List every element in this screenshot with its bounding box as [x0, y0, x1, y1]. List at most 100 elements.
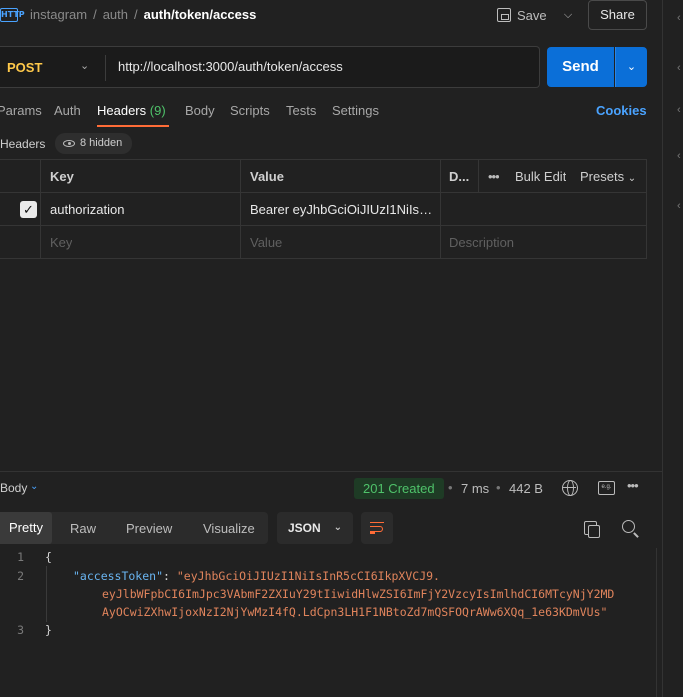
separator-dot: • — [448, 480, 453, 495]
more-options-icon[interactable]: ••• — [488, 160, 499, 192]
code-icon[interactable]: ‹ — [677, 104, 681, 116]
line-number: 1 — [17, 550, 24, 564]
wrap-lines-button[interactable] — [361, 512, 393, 544]
headers-count-badge: (9) — [149, 103, 166, 118]
divider — [440, 193, 441, 225]
response-body-dropdown[interactable]: Body — [0, 481, 28, 495]
column-header-value: Value — [250, 169, 284, 184]
documentation-icon[interactable]: ‹ — [677, 62, 681, 74]
search-icon[interactable] — [622, 520, 635, 533]
json-key: "accessToken" — [73, 569, 164, 583]
breadcrumb-folder[interactable]: auth — [103, 7, 128, 22]
divider — [40, 160, 41, 192]
tab-headers-label: Headers — [97, 103, 147, 118]
chevron-down-icon[interactable]: ⌄ — [80, 59, 89, 72]
header-value-cell[interactable]: Bearer eyJhbGciOiJIUzI1NiIsIn... — [250, 193, 435, 225]
save-button[interactable]: Save — [497, 3, 547, 27]
save-options-chevron-down-icon[interactable]: ⌵ — [555, 3, 581, 27]
tab-headers[interactable]: Headers (9) — [97, 103, 166, 118]
new-description-input[interactable]: Description — [449, 226, 514, 259]
json-string-part: "eyJhbGciOiJIUzI1NiIsInR5cCI6IkpXVCJ9. — [176, 569, 440, 583]
eye-icon — [63, 140, 75, 147]
presets-dropdown[interactable]: Presets ⌄ — [580, 160, 636, 192]
breadcrumb-collection[interactable]: instagram — [30, 7, 87, 22]
tab-params[interactable]: Params — [0, 103, 42, 118]
cookies-link[interactable]: Cookies — [596, 103, 647, 118]
right-sidebar: ‹ ‹ ‹ ‹ ‹ — [662, 0, 683, 697]
indent-guide — [46, 566, 47, 622]
status-badge[interactable]: 201 Created — [354, 478, 444, 499]
format-select-label: JSON — [288, 521, 321, 535]
separator-dot: • — [496, 480, 501, 495]
table-row: ✓ authorization Bearer eyJhbGciOiJIUzI1N… — [0, 193, 647, 226]
tab-tests[interactable]: Tests — [286, 103, 316, 118]
tab-preview[interactable]: Preview — [126, 521, 172, 536]
divider — [105, 55, 106, 81]
send-options-chevron-down-icon[interactable]: ⌄ — [615, 47, 647, 87]
method-select[interactable]: POST — [7, 60, 42, 75]
chevron-down-icon: ⌄ — [333, 522, 342, 533]
headers-table: Key Value D... ••• Bulk Edit Presets ⌄ ✓… — [0, 159, 647, 259]
wrap-lines-icon — [370, 522, 384, 534]
chevron-down-icon[interactable]: ⌄ — [30, 481, 38, 492]
divider — [440, 160, 441, 192]
response-time[interactable]: 7 ms — [461, 481, 489, 496]
line-number: 2 — [17, 569, 24, 583]
json-string-part: eyJlbWFpbCI6ImJpc3VAbmF2ZXIuY29tIiwidHlw… — [102, 587, 615, 601]
format-select[interactable]: JSON ⌄ — [277, 512, 353, 544]
tab-settings[interactable]: Settings — [332, 103, 379, 118]
table-header-row: Key Value D... ••• Bulk Edit Presets ⌄ — [0, 160, 647, 193]
save-example-icon[interactable]: e.g. — [598, 481, 615, 495]
url-bar: POST ⌄ — [0, 46, 540, 88]
divider — [240, 226, 241, 259]
tab-body[interactable]: Body — [185, 103, 215, 118]
more-options-icon[interactable]: ••• — [627, 478, 639, 493]
collapse-icon[interactable]: ‹ — [677, 12, 681, 24]
divider — [40, 193, 41, 225]
breadcrumb-separator: / — [134, 7, 138, 22]
header-enabled-checkbox[interactable]: ✓ — [20, 201, 37, 218]
response-divider[interactable] — [0, 471, 662, 472]
save-icon — [497, 8, 511, 22]
divider — [440, 226, 441, 259]
new-key-input[interactable]: Key — [50, 226, 72, 259]
response-size[interactable]: 442 B — [509, 481, 543, 496]
scrollbar[interactable] — [656, 548, 657, 697]
json-string-part: AyOCwiZXhwIjoxNzI2NjYwMzI4fQ.LdCpn3LH1F1… — [102, 605, 608, 619]
bulk-edit-button[interactable]: Bulk Edit — [515, 160, 566, 192]
json-colon: : — [163, 569, 177, 583]
table-row-empty: Key Value Description — [0, 226, 647, 259]
breadcrumb-separator: / — [93, 7, 97, 22]
save-button-label: Save — [517, 7, 547, 23]
share-button[interactable]: Share — [588, 0, 647, 30]
tab-raw[interactable]: Raw — [70, 521, 96, 536]
copy-icon[interactable] — [584, 521, 600, 538]
code-line: } — [45, 623, 52, 637]
code-line: { — [45, 550, 52, 564]
active-tab-indicator — [97, 125, 169, 127]
tab-visualize[interactable]: Visualize — [203, 521, 255, 536]
hidden-headers-label: 8 hidden — [80, 137, 123, 149]
info-icon[interactable]: ‹ — [677, 200, 681, 212]
header-description-cell[interactable] — [449, 193, 639, 225]
headers-section-label: Headers — [0, 137, 46, 151]
breadcrumb-request[interactable]: auth/token/access — [144, 7, 257, 22]
divider — [240, 160, 241, 192]
url-input[interactable] — [118, 59, 518, 74]
http-request-icon: HTTP — [0, 8, 25, 22]
new-value-input[interactable]: Value — [250, 226, 282, 259]
divider — [240, 193, 241, 225]
column-header-key: Key — [50, 169, 74, 184]
response-body-editor[interactable]: 1 { 2 "accessToken": "eyJhbGciOiJIUzI1Ni… — [0, 548, 658, 697]
send-button[interactable]: Send — [547, 47, 614, 87]
globe-icon[interactable] — [562, 480, 578, 496]
comments-icon[interactable]: ‹ — [677, 150, 681, 162]
response-body-label: Body — [0, 481, 28, 495]
tab-scripts[interactable]: Scripts — [230, 103, 270, 118]
tab-pretty[interactable]: Pretty — [0, 512, 52, 544]
hidden-headers-toggle[interactable]: 8 hidden — [55, 133, 133, 154]
tab-auth[interactable]: Auth — [54, 103, 81, 118]
header-key-cell[interactable]: authorization — [50, 193, 235, 225]
chevron-down-icon: ⌄ — [627, 173, 637, 184]
breadcrumb: instagram / auth / auth/token/access — [30, 7, 256, 22]
